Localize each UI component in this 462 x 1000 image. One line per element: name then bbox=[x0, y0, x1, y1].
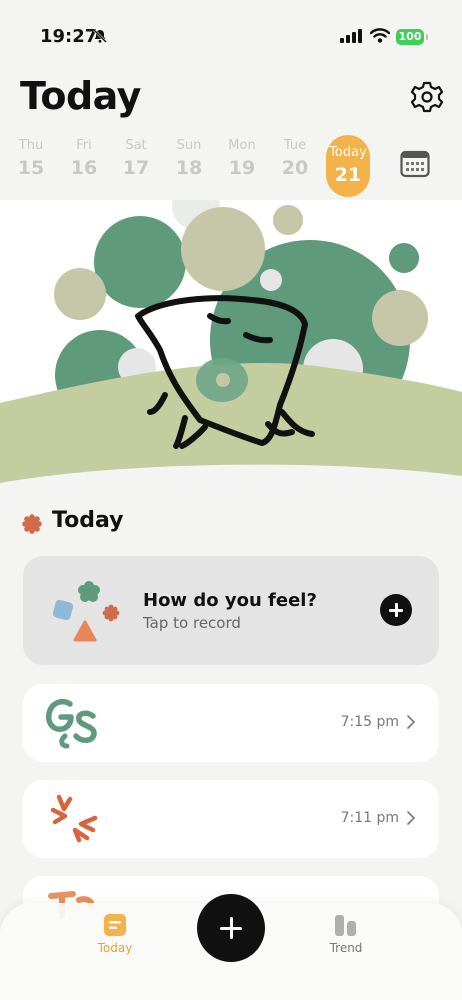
trend-bars-icon bbox=[335, 915, 356, 936]
tab-today[interactable]: Today bbox=[80, 911, 150, 955]
record-subtitle: Tap to record bbox=[143, 614, 241, 632]
status-bar: 19:27 100 bbox=[0, 0, 462, 70]
wifi-icon bbox=[370, 28, 390, 43]
day-fri[interactable]: Fri 16 bbox=[62, 138, 106, 179]
day-sat[interactable]: Sat 17 bbox=[114, 138, 158, 179]
mood-illustration bbox=[0, 200, 462, 500]
day-mon[interactable]: Mon 19 bbox=[220, 138, 264, 179]
section-title: Today bbox=[52, 508, 124, 533]
mood-entry[interactable]: 7:15 pm bbox=[23, 684, 439, 762]
day-name: Thu bbox=[18, 138, 44, 153]
add-record-button[interactable] bbox=[380, 594, 412, 626]
day-name: Tue bbox=[283, 138, 307, 153]
burst-mood-icon bbox=[50, 794, 98, 843]
chevron-right-icon bbox=[407, 715, 415, 729]
battery-indicator: 100 bbox=[396, 29, 428, 45]
add-entry-button[interactable] bbox=[197, 894, 265, 962]
tab-label: Today bbox=[97, 941, 133, 955]
day-tue[interactable]: Tue 20 bbox=[273, 138, 317, 179]
day-today[interactable]: Today 21 bbox=[326, 135, 370, 197]
gs-mood-icon bbox=[46, 699, 97, 749]
entry-time: 7:11 pm bbox=[340, 810, 399, 826]
flower-badge-icon bbox=[22, 514, 42, 534]
tab-trend[interactable]: Trend bbox=[311, 911, 381, 955]
calendar-icon[interactable] bbox=[400, 150, 430, 178]
tab-label: Trend bbox=[329, 941, 363, 955]
day-name: Sat bbox=[125, 138, 147, 153]
day-number: 16 bbox=[70, 157, 98, 179]
page-title: Today bbox=[20, 74, 141, 118]
day-name: Fri bbox=[76, 138, 92, 153]
entry-time: 7:15 pm bbox=[340, 714, 399, 730]
journal-icon bbox=[104, 914, 126, 936]
day-name: Mon bbox=[228, 138, 256, 153]
day-name: Today bbox=[329, 145, 367, 160]
gear-icon[interactable] bbox=[408, 78, 446, 116]
day-number: 15 bbox=[17, 157, 45, 179]
day-sun[interactable]: Sun 18 bbox=[167, 138, 211, 179]
day-number: 20 bbox=[281, 157, 309, 179]
week-strip: Thu 15 Fri 16 Sat 17 Sun 18 Mon 19 Tue 2… bbox=[0, 132, 462, 202]
day-number: 19 bbox=[228, 157, 256, 179]
day-number: 18 bbox=[175, 157, 203, 179]
day-number: 21 bbox=[334, 164, 362, 186]
record-question: How do you feel? bbox=[143, 590, 317, 611]
status-time: 19:27 bbox=[40, 26, 98, 47]
day-name: Sun bbox=[176, 138, 202, 153]
record-mood-card[interactable]: How do you feel? Tap to record bbox=[23, 556, 439, 665]
bell-muted-icon bbox=[93, 29, 107, 43]
day-thu[interactable]: Thu 15 bbox=[9, 138, 53, 179]
cellular-signal-icon bbox=[340, 29, 362, 43]
chevron-right-icon bbox=[407, 811, 415, 825]
day-number: 17 bbox=[122, 157, 150, 179]
mood-entry[interactable]: 7:11 pm bbox=[23, 780, 439, 858]
mood-shapes-icon bbox=[52, 581, 120, 642]
